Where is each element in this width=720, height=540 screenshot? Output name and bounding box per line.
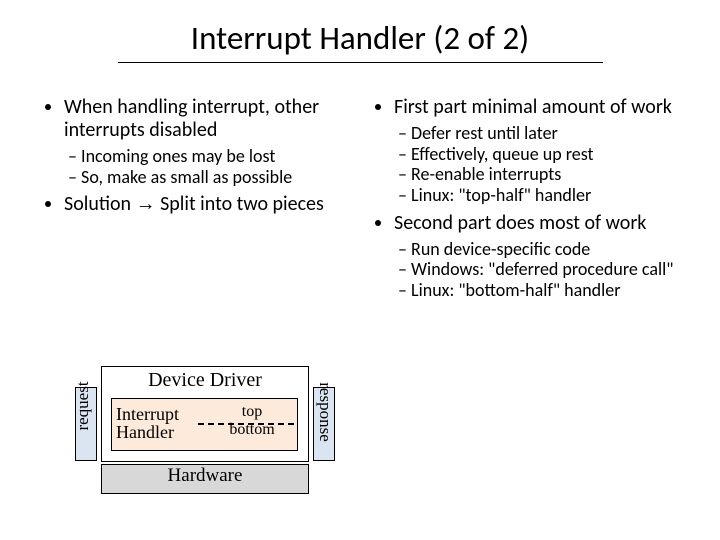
sub-bullet: Run device-specific code: [398, 239, 690, 260]
title-underline: [118, 62, 603, 63]
content-columns: When handling interrupt, other interrupt…: [50, 96, 690, 307]
top-label: top: [212, 403, 292, 421]
bullet: First part minimal amount of work: [394, 96, 690, 119]
sub-bullet: Linux: "bottom-half" handler: [398, 280, 690, 301]
interrupt-handler-box: Interrupt Handler top bottom: [111, 398, 298, 451]
hardware-box: Hardware: [101, 464, 309, 494]
right-column: First part minimal amount of work Defer …: [380, 96, 690, 307]
sub-bullet: So, make as small as possible: [68, 167, 360, 188]
left-column: When handling interrupt, other interrupt…: [50, 96, 360, 307]
top-bottom-labels: top bottom: [212, 403, 292, 439]
bullet: When handling interrupt, other interrupt…: [64, 96, 360, 142]
text: Solution: [64, 192, 136, 216]
slide: Interrupt Handler (2 of 2) When handling…: [0, 0, 720, 540]
interrupt-handler-label: Interrupt Handler: [116, 405, 179, 441]
bullet: Solution → Split into two pieces: [64, 193, 360, 216]
bullet: Second part does most of work: [394, 212, 690, 235]
slide-title: Interrupt Handler (2 of 2): [0, 18, 720, 58]
diagram: request response Device Driver Interrupt…: [75, 366, 335, 511]
sub-bullet: Linux: "top-half" handler: [398, 185, 690, 206]
sub-bullet: Incoming ones may be lost: [68, 146, 360, 167]
sub-bullet: Windows: "deferred procedure call": [398, 259, 690, 280]
device-driver-label: Device Driver: [102, 369, 308, 392]
sub-bullet: Defer rest until later: [398, 123, 690, 144]
request-label: request: [73, 370, 93, 442]
text: Split into two pieces: [156, 192, 324, 216]
sub-bullet: Effectively, queue up rest: [398, 144, 690, 165]
response-label: response: [315, 372, 335, 452]
sub-bullet: Re-enable interrupts: [398, 164, 690, 185]
top-bottom-divider: [198, 423, 294, 425]
arrow-icon: →: [136, 193, 156, 215]
